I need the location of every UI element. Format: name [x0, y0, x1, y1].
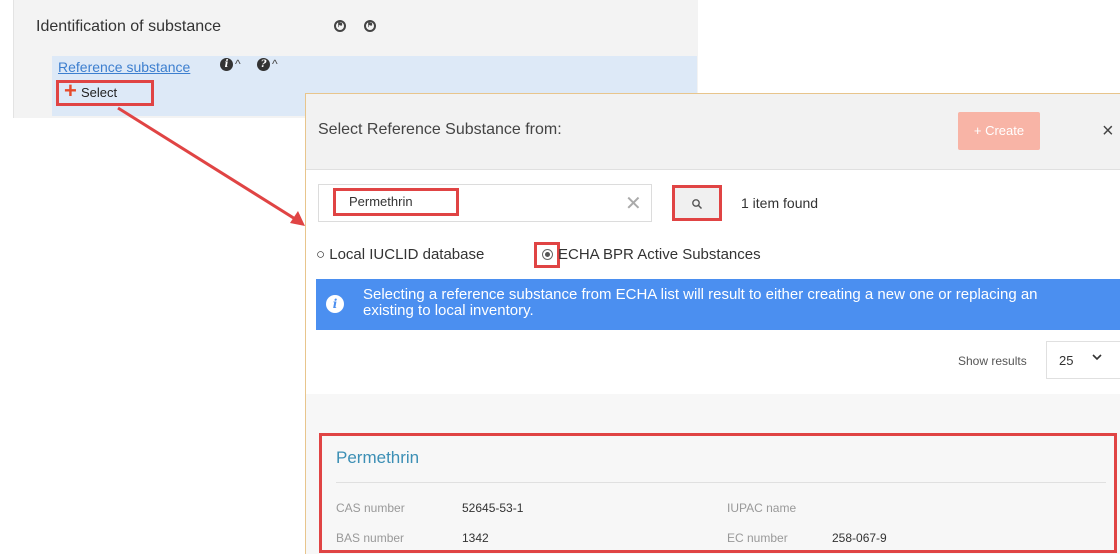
radio-echa-highlight[interactable] — [534, 242, 560, 268]
info-icon[interactable]: i — [220, 58, 233, 71]
radio-echa-label[interactable]: ECHA BPR Active Substances — [558, 246, 761, 263]
radio-echa-button[interactable] — [542, 249, 553, 260]
cas-value: 52645-53-1 — [462, 501, 524, 515]
chevron-up-icon-2[interactable]: ^ — [272, 57, 278, 71]
cas-label: CAS number — [336, 501, 405, 515]
section-title: Identification of substance — [36, 18, 222, 35]
plus-icon: + — [64, 78, 77, 103]
close-icon[interactable]: × — [1102, 120, 1114, 143]
info-banner: i Selecting a reference substance from E… — [316, 279, 1120, 330]
chevron-down-icon — [1092, 354, 1102, 361]
search-input[interactable]: Permethrin ✕ — [318, 184, 652, 222]
help-icon[interactable]: ? — [257, 58, 270, 71]
chevron-up-icon[interactable]: ^ — [235, 57, 241, 71]
arrow-line — [117, 106, 301, 224]
create-button[interactable]: + Create — [958, 112, 1040, 150]
flag-icon-2[interactable]: ⚑ — [364, 20, 376, 32]
flag-icon[interactable]: ⚑ — [334, 20, 346, 32]
iupac-label: IUPAC name — [727, 501, 797, 515]
dialog-title: Select Reference Substance from: — [318, 121, 562, 138]
search-button[interactable] — [672, 185, 722, 221]
select-label: Select — [81, 85, 118, 100]
search-value[interactable]: Permethrin — [333, 188, 459, 216]
clear-icon[interactable]: ✕ — [625, 191, 642, 216]
info-banner-text: Selecting a reference substance from ECH… — [363, 286, 1038, 319]
result-name[interactable]: Permethrin — [336, 448, 419, 468]
radio-local-iuclid[interactable]: ○ Local IUCLID database — [316, 246, 484, 263]
search-icon — [692, 198, 703, 209]
arrow-head — [290, 211, 305, 226]
results-per-page-value: 25 — [1059, 353, 1074, 368]
results-per-page-select[interactable]: 25 — [1046, 341, 1120, 379]
result-divider — [336, 482, 1106, 483]
select-button[interactable]: + Select — [56, 78, 154, 106]
reference-substance-label[interactable]: Reference substance — [58, 59, 190, 75]
radio-local-label: Local IUCLID database — [329, 246, 485, 263]
section-header: Identification of substance ⚑ ⚑ — [22, 14, 697, 42]
result-item[interactable]: Permethrin CAS number 52645-53-1 IUPAC n… — [319, 433, 1117, 553]
show-results-label: Show results — [958, 354, 1027, 368]
dialog-header: Select Reference Substance from: + Creat… — [306, 94, 1120, 170]
results-count: 1 item found — [741, 195, 819, 211]
info-icon: i — [326, 295, 344, 313]
